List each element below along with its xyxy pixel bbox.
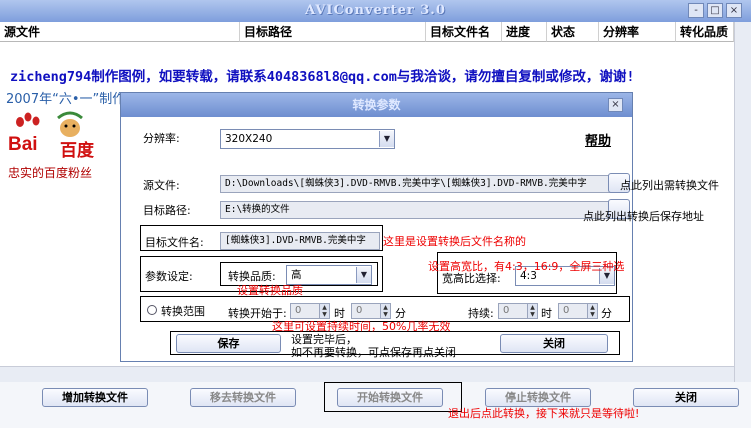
resolution-select[interactable]: 320X240 ▼ <box>220 129 395 149</box>
annotation-after-save-2: 如不再要转换，可点保存再点关闭 <box>291 346 456 359</box>
spinner-arrows-icon: ▲ ▼ <box>319 304 329 318</box>
duration-minute-unit: 分 <box>601 307 612 320</box>
target-name-label: 目标文件名: <box>145 236 204 249</box>
annotation-quality: 设置转换品质 <box>237 284 303 297</box>
logo-chinese: 百度 <box>60 141 94 161</box>
start-minute-spinner[interactable]: 0 ▲ ▼ <box>351 303 391 319</box>
target-path-label: 目标路径: <box>143 204 191 217</box>
save-button[interactable]: 保存 <box>176 334 281 353</box>
range-label: 转换范围 <box>161 305 205 318</box>
logo-text: Bai <box>8 134 38 155</box>
spinner-arrows-icon: ▲ ▼ <box>527 304 537 318</box>
source-label: 源文件: <box>143 179 180 192</box>
help-link[interactable]: 帮助 <box>585 130 611 149</box>
window-title-bar: AVIConverter 3.0 <box>0 0 751 22</box>
chevron-down-icon: ▼ <box>356 267 371 283</box>
annotation-aspect: 设置高宽比，有4:3，16:9，全屏三种选 <box>428 260 625 273</box>
range-checkbox[interactable] <box>147 305 157 315</box>
dialog-title: 转换参数 <box>121 93 632 117</box>
dialog-close-button[interactable]: 关闭 <box>500 334 608 353</box>
column-header-status[interactable]: 状态 <box>547 22 599 42</box>
window-title: AVIConverter 3.0 <box>305 3 446 18</box>
params-label: 参数设定: <box>145 270 193 283</box>
duration-hour-spinner[interactable]: 0 ▲ ▼ <box>498 303 538 319</box>
target-path-field[interactable]: E:\转换的文件 <box>220 201 618 219</box>
copyright-notice: zicheng794制作图例，如要转载，请联系4048368l8@qq.com与… <box>10 69 635 85</box>
horizontal-scrollbar[interactable] <box>0 366 734 382</box>
remove-file-button[interactable]: 移去转换文件 <box>190 388 296 407</box>
start-convert-button[interactable]: 开始转换文件 <box>337 388 443 407</box>
annotation-source: 点此列出需转换文件 <box>620 179 719 192</box>
target-name-field[interactable]: [蜘蛛侠3].DVD-RMVB.完美中字 <box>220 232 380 250</box>
column-header-resolution[interactable]: 分辨率 <box>599 22 676 42</box>
duration-minute-spinner[interactable]: 0 ▲ ▼ <box>558 303 598 319</box>
watermark-caption: 忠实的百度粉丝 <box>8 166 93 180</box>
column-header-target-path[interactable]: 目标路径 <box>240 22 426 42</box>
duration-hour-unit: 时 <box>541 307 552 320</box>
minimize-button[interactable]: - <box>688 3 704 18</box>
annotation-target-path: 点此列出转换后保存地址 <box>583 210 704 223</box>
spinner-arrows-icon: ▲ ▼ <box>380 304 390 318</box>
spinner-arrows-icon: ▲ ▼ <box>587 304 597 318</box>
start-hour-spinner[interactable]: 0 ▲ ▼ <box>290 303 330 319</box>
quality-value: 高 <box>291 269 302 281</box>
add-file-button[interactable]: 增加转换文件 <box>42 388 148 407</box>
resolution-label: 分辨率: <box>143 132 180 145</box>
baidu-logo: Bai 百度 <box>8 108 114 164</box>
chevron-down-icon: ▼ <box>379 131 394 147</box>
window-close-button[interactable]: × <box>726 3 742 18</box>
watermark-date: 2007年“六•一”制作 <box>6 92 126 107</box>
annotation-target-name: 这里是设置转换后文件名称的 <box>383 235 526 248</box>
column-header-target-name[interactable]: 目标文件名 <box>426 22 502 42</box>
resolution-value: 320X240 <box>225 133 273 145</box>
vertical-scrollbar[interactable] <box>734 22 751 382</box>
column-header-source[interactable]: 源文件 <box>0 22 240 42</box>
duration-label: 持续: <box>468 307 494 320</box>
dialog-close-icon[interactable]: × <box>608 98 623 112</box>
annotation-bottom: 退出后点此转换，接下来就只是等待啦! <box>448 407 640 420</box>
source-field[interactable]: D:\Downloads\[蜘蛛侠3].DVD-RMVB.完美中字\[蜘蛛侠3]… <box>220 175 618 193</box>
column-header-quality[interactable]: 转化品质 <box>676 22 734 42</box>
column-header-progress[interactable]: 进度 <box>502 22 547 42</box>
maximize-button[interactable]: □ <box>707 3 723 18</box>
main-close-button[interactable]: 关闭 <box>633 388 739 407</box>
